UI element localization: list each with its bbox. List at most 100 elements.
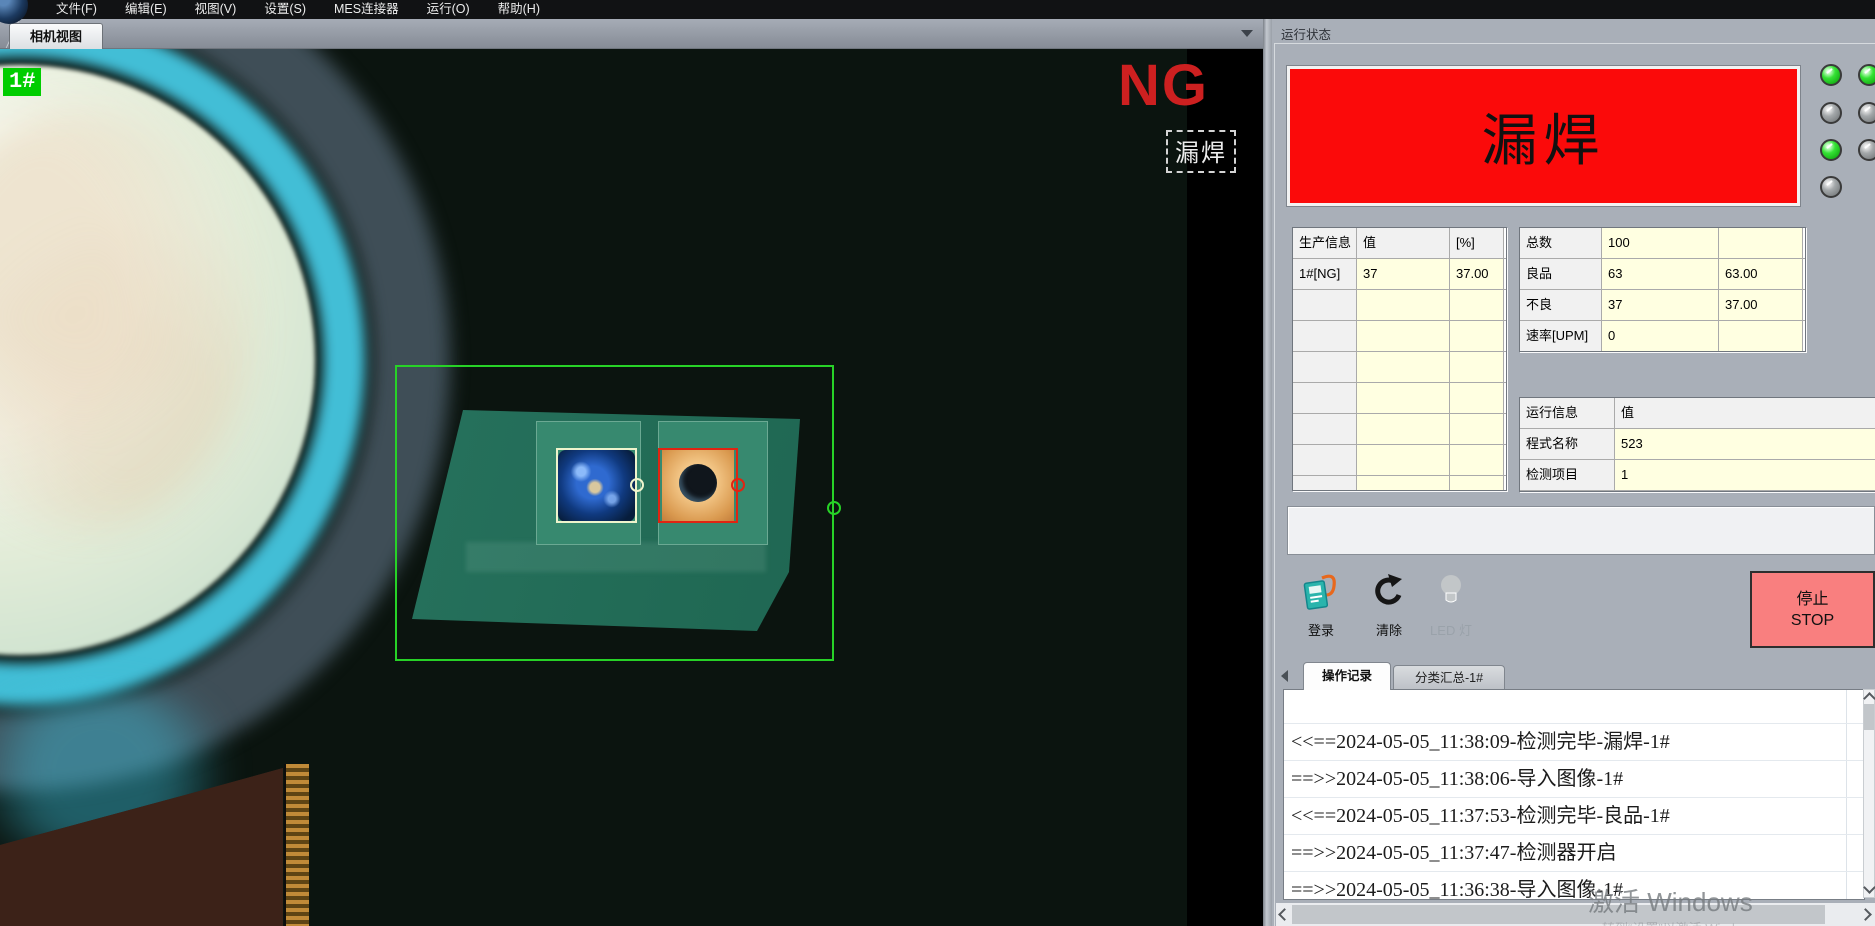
table-cell [1719, 321, 1803, 351]
table-header-cell: [%] [1450, 228, 1504, 258]
led-indicator [1820, 102, 1842, 124]
table-header-cell: 值 [1615, 398, 1875, 428]
table-row-empty [1293, 383, 1506, 414]
log-entry[interactable]: ==>>2024-05-05_11:38:06-导入图像-1# [1284, 761, 1864, 798]
table-cell: 0 [1602, 321, 1719, 351]
scroll-right-icon[interactable] [1859, 908, 1872, 921]
log-list: <<==2024-05-05_11:38:09-检测完毕-漏焊-1# ==>>2… [1283, 689, 1865, 900]
table-row-empty [1293, 321, 1506, 352]
table-cell: 37.00 [1719, 290, 1803, 320]
menu-item-mes-connector[interactable]: MES连接器 [320, 0, 413, 19]
table-cell [1719, 228, 1803, 258]
camera-letterbox [1187, 48, 1263, 926]
table-header-cell: 值 [1357, 228, 1450, 258]
table-row: 检测项目 1 [1520, 460, 1875, 491]
login-button[interactable]: 登录 [1292, 572, 1350, 636]
table-row-empty [1293, 352, 1506, 383]
menu-item-file[interactable]: 文件(F) [42, 0, 111, 19]
run-info-table: 运行信息 值 程式名称 523 检测项目 1 [1519, 397, 1875, 492]
table-cell: 37 [1602, 290, 1719, 320]
log-entry[interactable]: <<==2024-05-05_11:37:53-检测完毕-良品-1# [1284, 798, 1864, 835]
menu-item-view[interactable]: 视图(V) [181, 0, 251, 19]
led-indicator [1858, 64, 1875, 86]
production-table: 生产信息 值 [%] 1#[NG] 37 37.00 [1292, 227, 1507, 491]
menu-item-run[interactable]: 运行(O) [413, 0, 484, 19]
chevron-down-icon[interactable] [1241, 30, 1253, 37]
led-light-button[interactable]: LED 灯 [1418, 572, 1484, 636]
clear-button[interactable]: 清除 [1360, 572, 1418, 636]
activate-windows-watermark-line2: 转到“设置”以激活 Windows。 [1602, 918, 1771, 926]
clear-button-label: 清除 [1360, 620, 1418, 639]
table-row-empty [1293, 476, 1506, 491]
table-cell: 不良 [1520, 290, 1602, 320]
table-row: 1#[NG] 37 37.00 [1293, 259, 1506, 290]
inspection-result-text: NG [1118, 52, 1209, 119]
table-cell: 100 [1602, 228, 1719, 258]
menu-bar: 文件(F) 编辑(E) 视图(V) 设置(S) MES连接器 运行(O) 帮助(… [0, 0, 1875, 19]
panel-splitter[interactable] [1263, 19, 1272, 926]
menu-item-help[interactable]: 帮助(H) [484, 0, 554, 19]
table-header-row: 运行信息 值 [1520, 398, 1875, 429]
connector-strip [284, 764, 309, 926]
led-indicator [1858, 102, 1875, 124]
table-cell: 检测项目 [1520, 460, 1615, 490]
vscroll-thumb[interactable] [1864, 704, 1874, 730]
table-cell: 37 [1357, 259, 1450, 289]
table-cell: 良品 [1520, 259, 1602, 289]
roi-handle[interactable] [827, 501, 841, 515]
table-row: 良品 63 63.00 [1520, 259, 1805, 290]
led-indicator [1858, 139, 1875, 161]
id-badge-icon [1302, 572, 1340, 612]
scroll-up-icon[interactable] [1863, 692, 1875, 705]
table-row-empty [1293, 290, 1506, 321]
stats-table: 总数 100 良品 63 63.00 不良 37 37.00 速率[UPM] 0 [1519, 227, 1806, 352]
camera-viewport: 1# NG 漏焊 [0, 48, 1263, 926]
message-box [1287, 506, 1875, 555]
clear-refresh-icon [1370, 572, 1408, 612]
table-cell: 523 [1615, 429, 1875, 459]
table-cell: 63 [1602, 259, 1719, 289]
table-header-cell: 运行信息 [1520, 398, 1615, 428]
table-cell: 程式名称 [1520, 429, 1615, 459]
table-cell: 63.00 [1719, 259, 1803, 289]
table-cell: 1 [1615, 460, 1875, 490]
table-cell: 37.00 [1450, 259, 1504, 289]
tab-camera-view[interactable]: 相机视图 [9, 23, 103, 49]
log-entry[interactable]: ==>>2024-05-05_11:36:38-导入图像-1# [1284, 872, 1864, 900]
application-window: 文件(F) 编辑(E) 视图(V) 设置(S) MES连接器 运行(O) 帮助(… [0, 0, 1875, 926]
menu-item-edit[interactable]: 编辑(E) [111, 0, 181, 19]
status-banner-text: 漏焊 [1482, 96, 1606, 177]
table-row: 不良 37 37.00 [1520, 290, 1805, 321]
roi-box-main [395, 365, 834, 661]
defect-tag: 漏焊 [1166, 130, 1236, 173]
log-entry[interactable]: ==>>2024-05-05_11:37:47-检测器开启 [1284, 835, 1864, 872]
tab-classification-summary[interactable]: 分类汇总-1# [1393, 665, 1505, 690]
log-entry-empty [1284, 690, 1864, 724]
stop-button-label-en: STOP [1791, 610, 1834, 631]
table-row-empty [1293, 445, 1506, 476]
table-row-empty [1293, 414, 1506, 445]
activate-windows-watermark: 激活 Windows [1588, 882, 1753, 919]
status-panel: 运行状态 漏焊 生产信息 值 [%] 1#[NG] 37 37.00 [1272, 19, 1875, 926]
log-horizontal-scrollbar[interactable] [1276, 903, 1875, 926]
tab-scroll-left-icon[interactable] [1281, 670, 1288, 682]
table-cell: 速率[UPM] [1520, 321, 1602, 351]
menu-item-settings[interactable]: 设置(S) [250, 0, 320, 19]
log-entry[interactable]: <<==2024-05-05_11:38:09-检测完毕-漏焊-1# [1284, 724, 1864, 761]
led-indicator [1820, 176, 1842, 198]
tab-operation-log[interactable]: 操作记录 [1303, 662, 1391, 690]
scroll-down-icon[interactable] [1863, 881, 1875, 894]
led-bulb-icon [1434, 572, 1468, 612]
stop-button[interactable]: 停止 STOP [1750, 571, 1875, 648]
table-row: 程式名称 523 [1520, 429, 1875, 460]
stop-button-label-cn: 停止 [1796, 589, 1828, 610]
scroll-left-icon[interactable] [1278, 908, 1291, 921]
led-indicator [1820, 64, 1842, 86]
log-vertical-scrollbar[interactable] [1863, 689, 1875, 898]
status-panel-title: 运行状态 [1281, 24, 1331, 43]
camera-tab-bar: 相机视图 [0, 19, 1263, 49]
table-row: 速率[UPM] 0 [1520, 321, 1805, 352]
table-header-row: 生产信息 值 [%] [1293, 228, 1506, 259]
table-cell: 总数 [1520, 228, 1602, 258]
table-header-cell: 生产信息 [1293, 228, 1357, 258]
